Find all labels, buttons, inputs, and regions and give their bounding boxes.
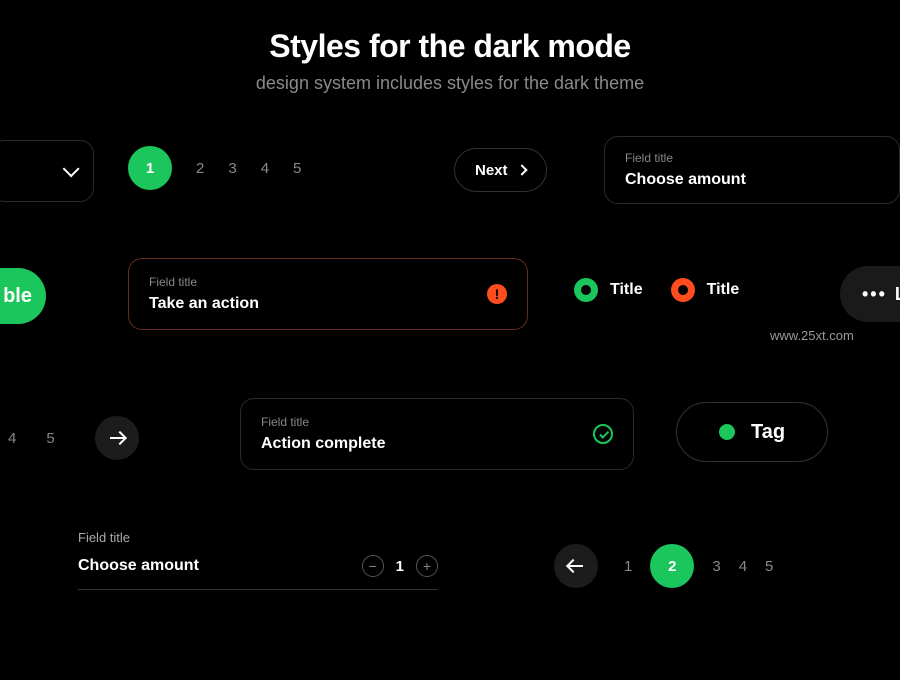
pagination-1: 1 2 3 4 5 [128,146,301,190]
field-value: Take an action [149,295,259,313]
page-5-button[interactable]: 5 [46,430,54,447]
tag-pill[interactable]: Tag [676,402,828,462]
next-button[interactable]: Next [454,148,547,192]
radio-group: Title Title [574,278,739,302]
radio-label: Title [707,281,740,299]
action-complete-text: Field title Action complete [261,415,385,453]
radio-label: Title [610,281,643,299]
field-value: Action complete [261,435,385,453]
overflow-button-partial[interactable]: ••• L [840,266,900,322]
choose-amount-card[interactable]: Field title Choose amount [604,136,900,204]
header: Styles for the dark mode design system i… [0,0,900,94]
dropdown-collapsed[interactable] [0,140,94,202]
arrow-right-icon [110,437,124,439]
primary-button-partial[interactable]: ble [0,268,46,324]
take-action-text: Field title Take an action [149,275,259,313]
quantity-stepper: − 1 + [362,555,438,577]
page-5-button[interactable]: 5 [293,160,301,177]
next-arrow-button[interactable] [95,416,139,460]
field-title-label: Field title [78,530,438,545]
radio-option-1[interactable]: Title [574,278,643,302]
chevron-right-icon [516,164,527,175]
page-2-button[interactable]: 2 [650,544,694,588]
stepper-decrement-button[interactable]: − [362,555,384,577]
take-action-card[interactable]: Field title Take an action ! [128,258,528,330]
next-button-label: Next [475,162,508,179]
field-title-label: Field title [625,151,879,165]
warning-icon: ! [487,284,507,304]
radio-option-2[interactable]: Title [671,278,740,302]
choose-amount-field[interactable]: Field title Choose amount − 1 + [78,530,438,590]
page-3-button[interactable]: 3 [228,160,236,177]
page-1-button[interactable]: 1 [624,558,632,575]
page-subtitle: design system includes styles for the da… [0,73,900,94]
status-dot-icon [719,424,735,440]
page-3-button[interactable]: 3 [712,558,720,575]
field-value: Choose amount [625,171,879,189]
overflow-button-letter: L [895,284,900,305]
chevron-down-icon [63,160,80,177]
watermark-text: www.25xt.com [770,328,854,343]
more-dots-icon: ••• [862,284,887,305]
check-circle-icon [593,424,613,444]
page-2-button[interactable]: 2 [196,160,204,177]
mini-pagination: 4 5 [8,416,139,460]
radio-indicator-green-icon [574,278,598,302]
arrow-left-icon [569,565,583,567]
tag-label: Tag [751,421,785,444]
page-4-button[interactable]: 4 [8,430,16,447]
page-5-button[interactable]: 5 [765,558,773,575]
page-4-button[interactable]: 4 [261,160,269,177]
stepper-increment-button[interactable]: + [416,555,438,577]
back-arrow-button[interactable] [554,544,598,588]
action-complete-card[interactable]: Field title Action complete [240,398,634,470]
page-1-button[interactable]: 1 [128,146,172,190]
stepper-value: 1 [396,558,404,575]
primary-button-label-fragment: ble [3,285,32,308]
field-value: Choose amount [78,557,199,575]
field-title-label: Field title [261,415,385,429]
radio-indicator-orange-icon [671,278,695,302]
field-title-label: Field title [149,275,259,289]
pagination-2: 1 2 3 4 5 [624,544,773,588]
page-title: Styles for the dark mode [0,28,900,65]
page-4-button[interactable]: 4 [739,558,747,575]
